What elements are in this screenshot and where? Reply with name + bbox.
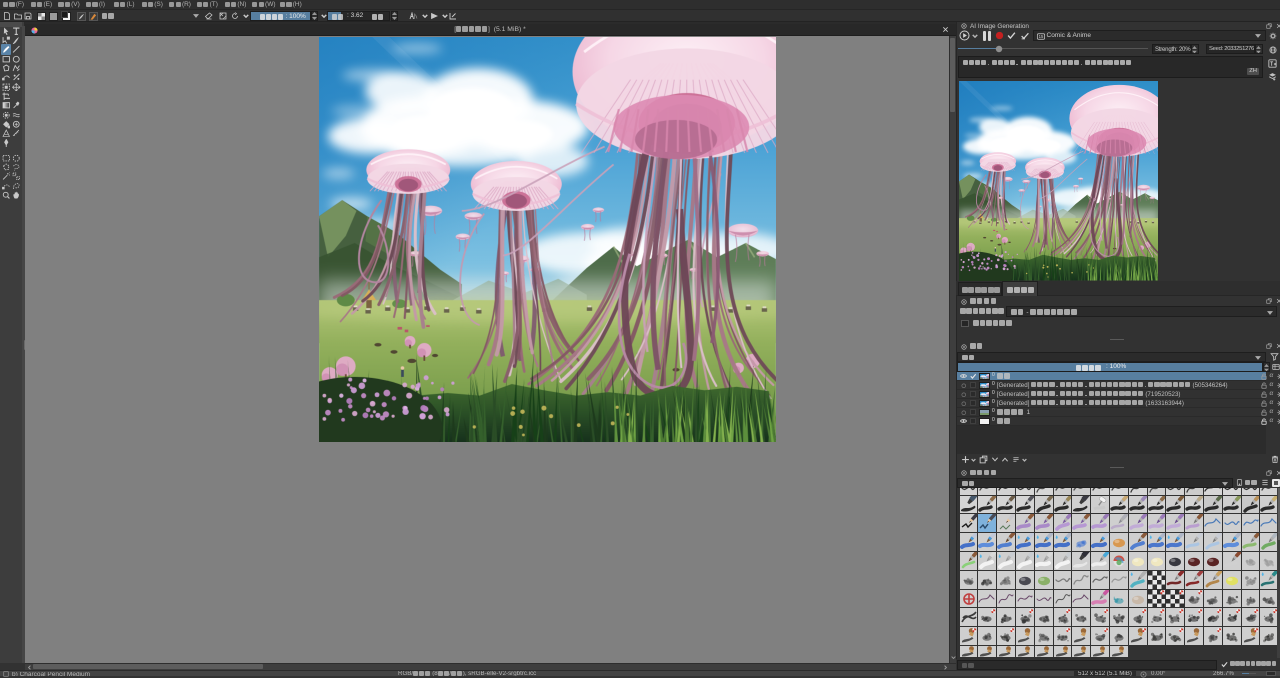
svg-text:15: 15	[1038, 34, 1043, 39]
